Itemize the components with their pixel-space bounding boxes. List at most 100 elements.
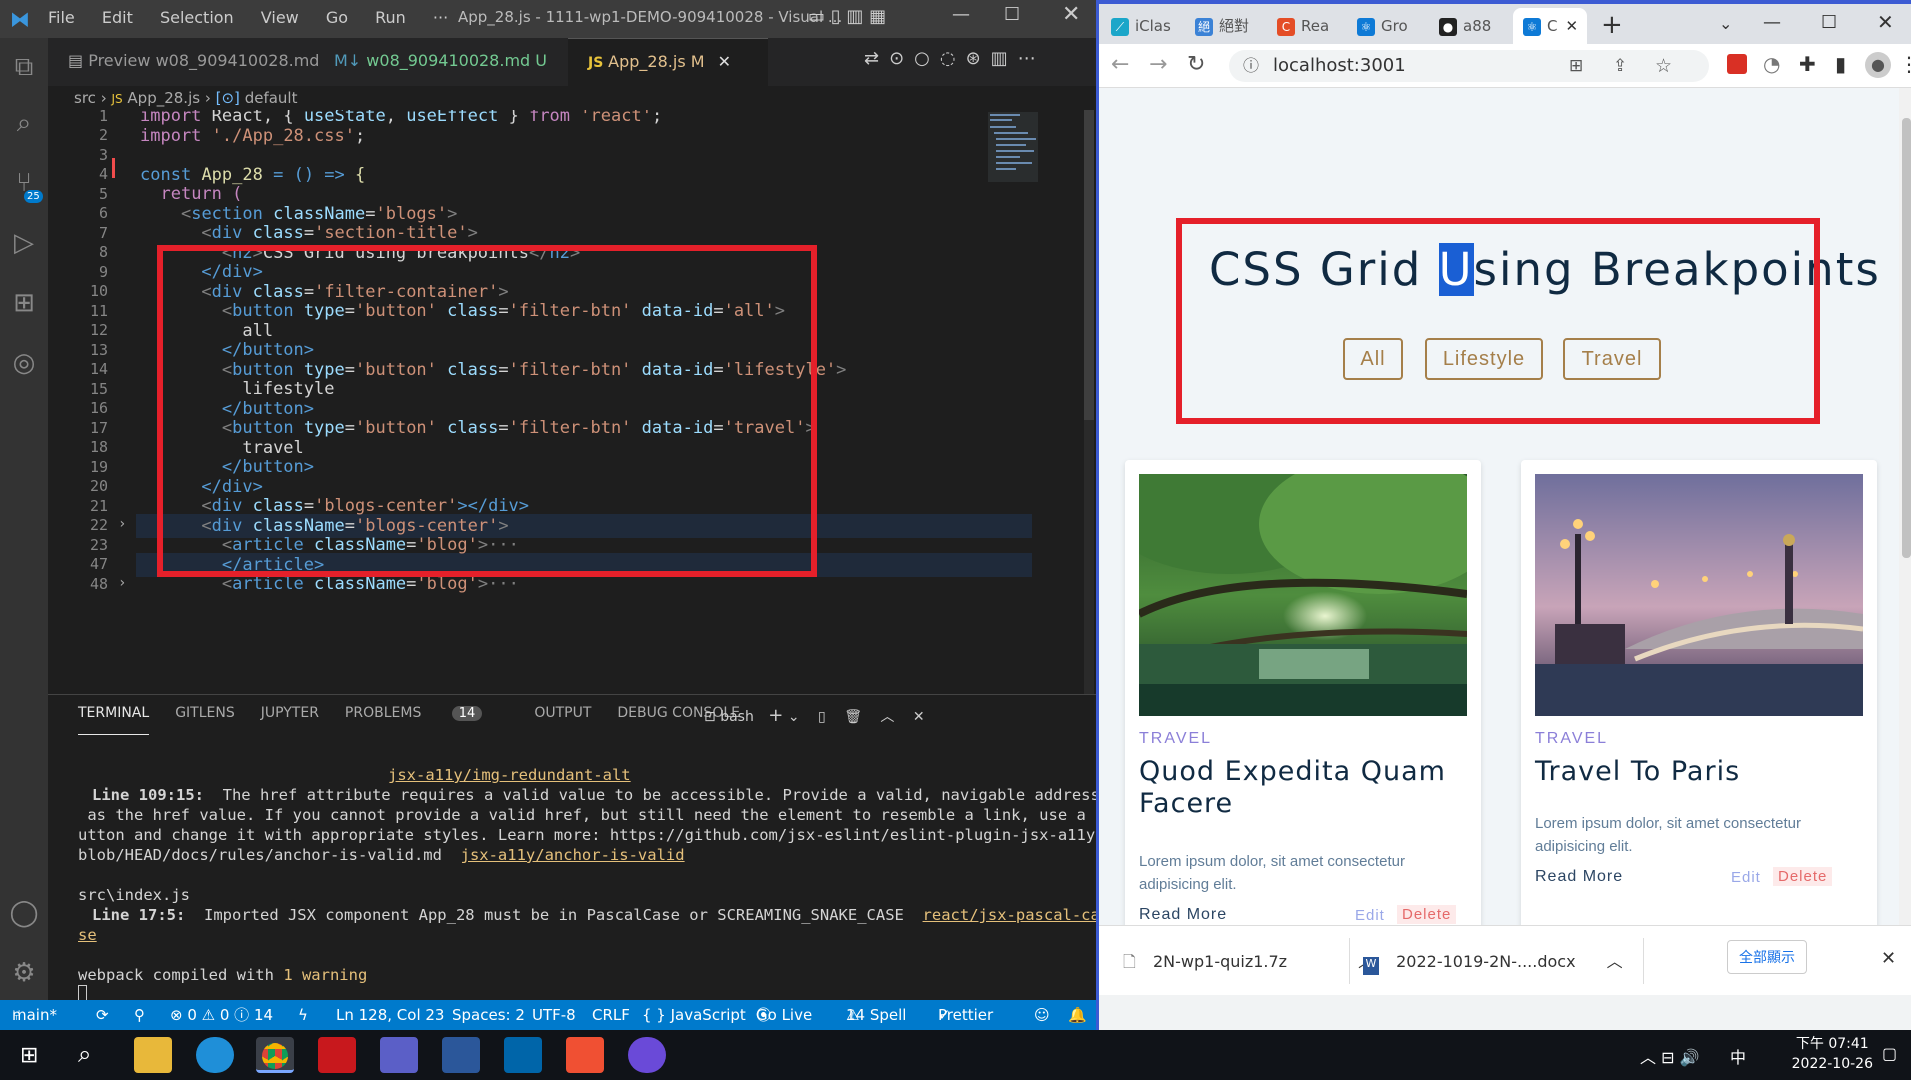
menu-file[interactable]: File [48,8,75,27]
tab-search-icon[interactable]: ⌄ [1719,14,1732,33]
minimize-button[interactable]: — [952,4,970,25]
status-problems[interactable]: ⊗ 0 ⚠ 0 ⓘ 14 [170,1000,273,1030]
search-icon[interactable]: ⌕ [78,1040,91,1068]
menu-selection[interactable]: Selection [160,8,234,27]
translate-icon[interactable]: ⊞ [1569,50,1583,82]
close-panel-icon[interactable]: ✕ [913,709,925,725]
tab-w08-md[interactable]: M↓ w08_909410028.md U [314,38,568,86]
tab-problems[interactable]: PROBLEMS 14 [345,705,508,735]
extension-icon[interactable]: ◔ [1763,52,1780,76]
maximize-button[interactable]: ☐ [1004,4,1020,25]
breadcrumb-file[interactable]: App_28.js [127,89,200,107]
pdf-icon[interactable] [318,1037,356,1073]
git-icon[interactable] [566,1037,604,1073]
menu-run[interactable]: Run [375,8,406,27]
forward-icon[interactable]: → [1149,52,1167,77]
terminal-output[interactable]: jsx-a11y/img-redundant-alt Line 109:15: … [78,765,1096,1007]
chrome-icon[interactable] [256,1037,294,1073]
shell-name[interactable]: bash [720,709,754,725]
reload-icon[interactable]: ↻ [1187,52,1205,77]
gitlens-status-icon[interactable]: ⚲ [134,1000,145,1030]
kebab-menu-icon[interactable]: ⋮ [1899,52,1911,76]
edge-icon[interactable] [196,1037,234,1073]
clock[interactable]: 下午 07:41 2022-10-26 [1792,1034,1873,1074]
puzzle-icon[interactable]: ✚ [1799,52,1816,76]
browser-tab[interactable]: 絕絕對 [1195,8,1269,48]
delete-button[interactable]: Delete [1773,867,1833,886]
fold-chevron-icon[interactable]: › [118,575,126,591]
windows-start-icon[interactable]: ⊞ [20,1043,38,1068]
extension-icon[interactable] [1727,54,1747,74]
tray-icons[interactable]: ︿ ⊟ 🔊 [1640,1044,1700,1068]
browser-tab[interactable]: C Rea [1277,8,1351,48]
new-tab-button[interactable]: + [1601,10,1623,40]
edit-button[interactable]: Edit [1731,869,1761,886]
status-eol[interactable]: CRLF [592,1000,630,1030]
close-button[interactable]: ✕ [1877,10,1894,34]
new-terminal-button[interactable]: + [768,705,783,726]
tab-gitlens[interactable]: GITLENS [175,705,235,735]
read-more-link[interactable]: Read More [1535,868,1623,886]
word-icon[interactable] [442,1037,480,1073]
maximize-panel-icon[interactable]: ︿ [880,709,894,725]
file-explorer-icon[interactable] [134,1037,172,1073]
browser-tab-active[interactable]: ⚛ C ✕ [1513,8,1587,48]
editor-scrollbar[interactable] [1084,110,1094,694]
search-icon[interactable]: ⌕ [9,108,39,138]
browser-tab[interactable]: ● a88 [1439,8,1513,48]
status-position[interactable]: Ln 128, Col 23 [336,1000,444,1030]
tab-jupyter[interactable]: JUPYTER [261,705,319,735]
menu-view[interactable]: View [261,8,299,27]
terminal-link[interactable]: jsx-a11y/anchor-is-valid [461,846,685,864]
download-item[interactable]: W 2022-1019-2N-....docx ︿ [1363,948,1623,975]
delete-button[interactable]: Delete [1397,905,1457,924]
sync-icon[interactable]: ⟳ [96,1000,109,1030]
extensions-icon[interactable]: ⊞ [9,288,39,318]
status-spaces[interactable]: Spaces: 2 [452,1000,525,1030]
layout-icon[interactable]: ▭ ▯ ▥ ▦ [808,6,886,27]
chevron-up-icon[interactable]: ︿ [1607,952,1623,971]
explorer-icon[interactable]: ⧉ [9,52,39,82]
browser-tab[interactable]: ⟋ iClas [1111,8,1189,48]
settings-gear-icon[interactable]: ⚙ [9,958,39,988]
close-downloads-icon[interactable]: ✕ [1881,948,1896,969]
terminal-link[interactable]: react/jsx-pascal-ca [923,906,1096,924]
fold-chevron-icon[interactable]: › [118,516,126,532]
lightning-icon[interactable]: ϟ [298,1000,308,1030]
tab-preview-md[interactable]: ▤ Preview w08_909410028.md [48,38,319,86]
account-icon[interactable]: ◯ [9,898,39,928]
page-scrollbar[interactable] [1899,88,1911,925]
maximize-button[interactable]: ☐ [1821,12,1837,33]
address-bar[interactable]: ⓘ localhost:3001 ⊞ ⇪ ☆ [1229,50,1709,82]
app-icon[interactable] [628,1037,666,1073]
breadcrumb-folder[interactable]: src [74,89,96,107]
sidepanel-icon[interactable]: ▮ [1835,52,1846,76]
profile-avatar[interactable]: ● [1865,52,1891,78]
download-item[interactable]: 🗋 2N-wp1-quiz1.7z ︿ [1123,948,1374,978]
trash-icon[interactable]: 🗑 [844,709,862,725]
run-debug-icon[interactable]: ▷ [9,228,39,258]
back-icon[interactable]: ← [1111,52,1129,77]
vscode-icon[interactable] [504,1037,542,1073]
minimize-button[interactable]: — [1763,12,1781,33]
tab-terminal[interactable]: TERMINAL [78,705,150,735]
show-all-downloads-button[interactable]: 全部顯示 [1727,940,1807,974]
tab-close-icon[interactable]: ✕ [718,52,731,71]
status-language[interactable]: { } JavaScript [642,1000,746,1030]
ime-indicator[interactable]: 中 [1730,1044,1746,1068]
share-icon[interactable]: ⇪ [1613,50,1627,82]
tab-close-icon[interactable]: ✕ [1565,17,1578,35]
breadcrumb-symbol[interactable]: default [245,89,298,107]
tab-app28-js[interactable]: JS App_28.js M ✕ [568,38,768,86]
status-encoding[interactable]: UTF-8 [532,1000,576,1030]
bookmark-star-icon[interactable]: ☆ [1655,50,1672,82]
terminal-link[interactable]: se [78,926,97,944]
close-button[interactable]: ✕ [1062,2,1080,27]
browser-tab[interactable]: ⚛ Gro [1357,8,1433,48]
tab-output[interactable]: OUTPUT [534,705,591,735]
feedback-icon[interactable]: ☺ [1034,1000,1050,1030]
edit-button[interactable]: Edit [1355,907,1385,924]
menu-edit[interactable]: Edit [102,8,133,27]
terminal-link[interactable]: jsx-a11y/img-redundant-alt [78,766,631,784]
menu-go[interactable]: Go [326,8,348,27]
